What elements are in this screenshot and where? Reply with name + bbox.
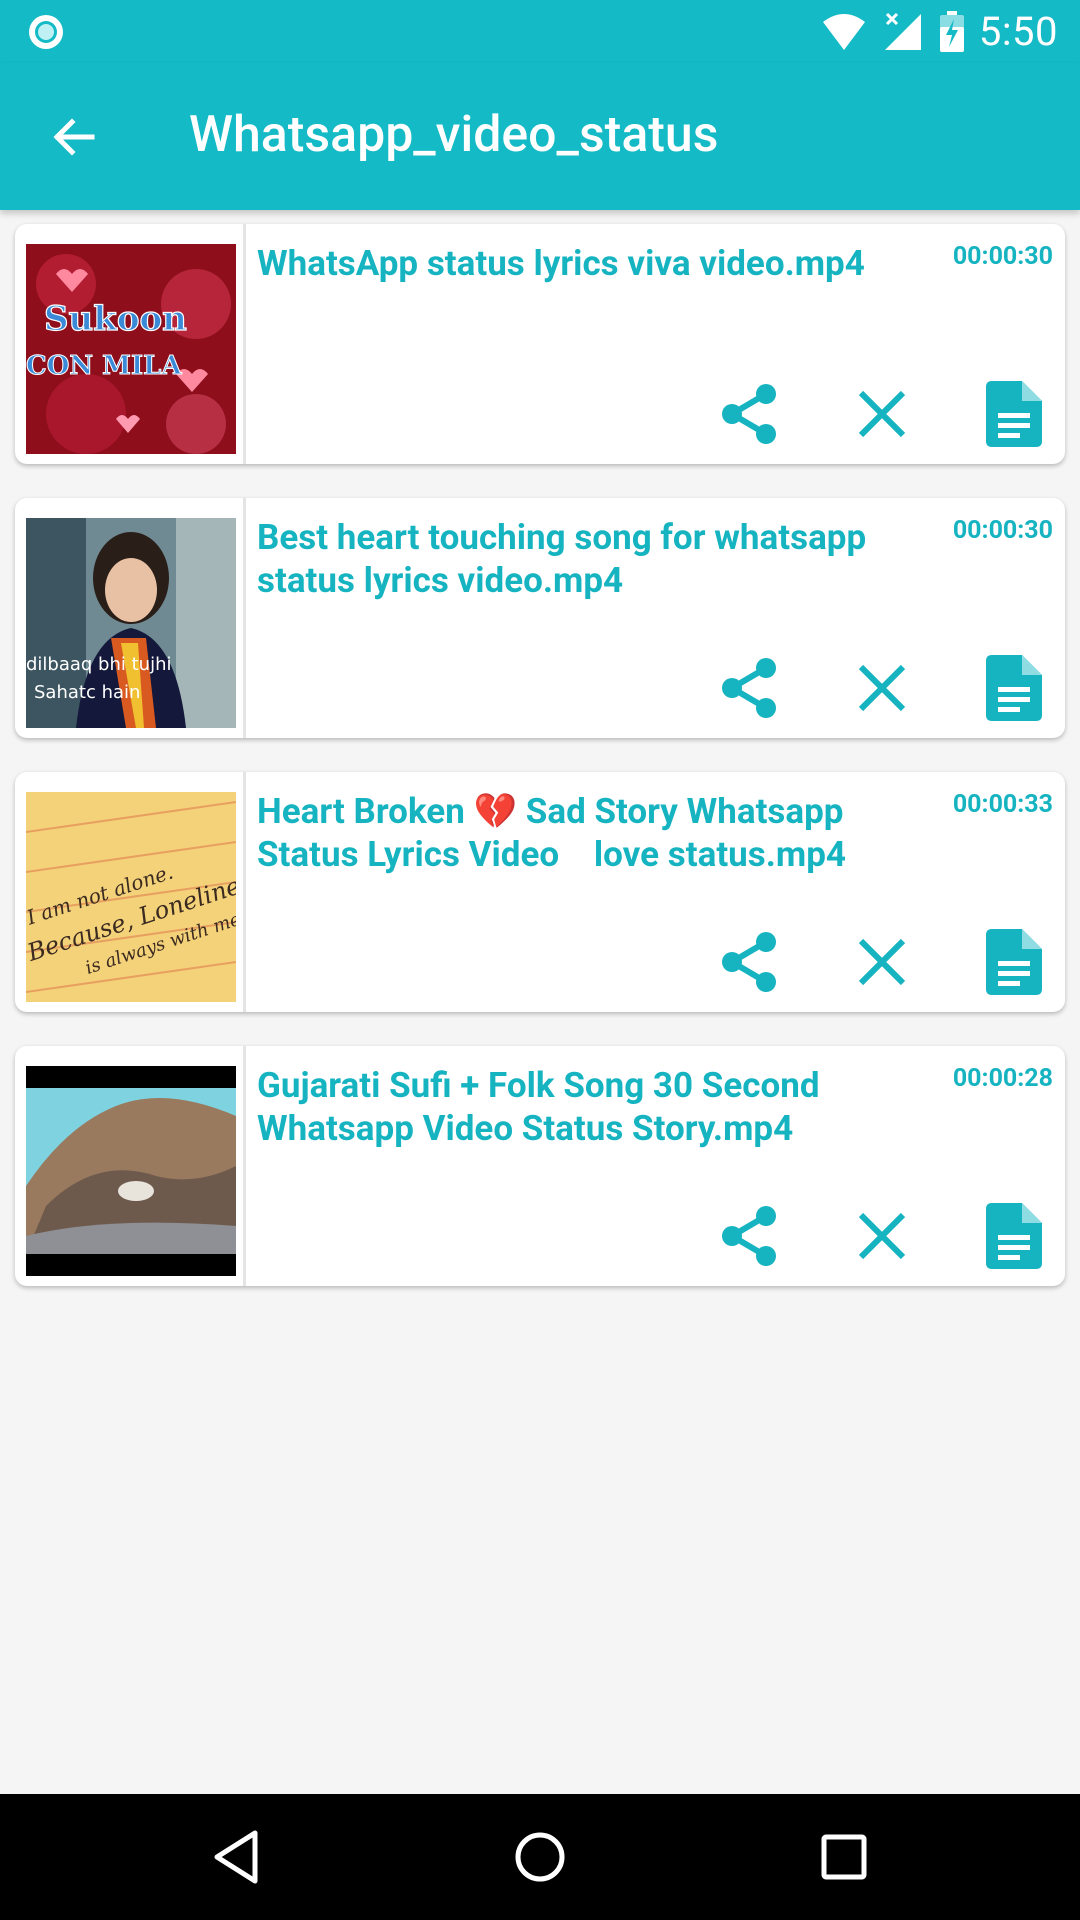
close-icon bbox=[858, 390, 906, 438]
svg-text:Sukoon: Sukoon bbox=[44, 299, 187, 339]
thumbnail-frame bbox=[15, 1046, 246, 1286]
back-button[interactable] bbox=[40, 103, 108, 171]
video-card[interactable]: I am not alone. Because, Loneliness is a… bbox=[15, 772, 1065, 1012]
app-bar: Whatsapp_video_status bbox=[0, 63, 1080, 210]
share-button[interactable] bbox=[715, 653, 785, 723]
close-icon bbox=[858, 1212, 906, 1260]
share-button[interactable] bbox=[715, 1201, 785, 1271]
document-icon bbox=[986, 655, 1042, 721]
video-thumbnail[interactable] bbox=[26, 1066, 236, 1276]
thumbnail-frame: I am not alone. Because, Loneliness is a… bbox=[15, 772, 246, 1012]
share-icon bbox=[722, 1206, 776, 1266]
delete-button[interactable] bbox=[847, 379, 917, 449]
video-title: Heart Broken 💔 Sad Story Whatsapp Status… bbox=[257, 791, 853, 875]
close-icon bbox=[858, 664, 906, 712]
delete-button[interactable] bbox=[847, 1201, 917, 1271]
nav-home-button[interactable] bbox=[502, 1819, 578, 1895]
video-title: Gujarati Sufi + Folk Song 30 Second What… bbox=[257, 1065, 820, 1149]
delete-button[interactable] bbox=[847, 653, 917, 723]
nav-back-button[interactable] bbox=[198, 1819, 274, 1895]
svg-text:CON MILA: CON MILA bbox=[26, 351, 182, 381]
details-button[interactable] bbox=[979, 379, 1049, 449]
nav-recents-button[interactable] bbox=[806, 1819, 882, 1895]
video-duration: 00:00:33 bbox=[952, 790, 1053, 819]
circle-home-icon bbox=[515, 1832, 565, 1882]
video-thumbnail[interactable]: dilbaaq bhi tujhi Sahatc hain bbox=[26, 518, 236, 728]
battery-icon bbox=[939, 10, 964, 52]
share-icon bbox=[722, 658, 776, 718]
details-button[interactable] bbox=[979, 653, 1049, 723]
document-icon bbox=[986, 1203, 1042, 1269]
video-duration: 00:00:30 bbox=[952, 242, 1053, 271]
video-title: WhatsApp status lyrics viva video.mp4 bbox=[257, 243, 865, 284]
svg-text:dilbaaq bhi tujhi: dilbaaq bhi tujhi bbox=[26, 654, 172, 675]
video-thumbnail[interactable]: I am not alone. Because, Loneliness is a… bbox=[26, 792, 236, 1002]
page-title: Whatsapp_video_status bbox=[189, 106, 719, 164]
video-card[interactable]: Gujarati Sufi + Folk Song 30 Second What… bbox=[15, 1046, 1065, 1286]
delete-button[interactable] bbox=[847, 927, 917, 997]
share-button[interactable] bbox=[715, 927, 785, 997]
video-title: Best heart touching song for whatsapp st… bbox=[257, 517, 867, 601]
share-icon bbox=[722, 384, 776, 444]
arrow-back-icon bbox=[53, 118, 95, 156]
svg-text:Sahatc hain: Sahatc hain bbox=[34, 682, 140, 703]
cell-signal-icon bbox=[884, 12, 921, 50]
status-time: 5:50 bbox=[978, 8, 1058, 55]
share-icon bbox=[722, 932, 776, 992]
system-nav-bar bbox=[0, 1794, 1080, 1920]
notification-icon bbox=[29, 15, 63, 49]
thumbnail-frame: dilbaaq bhi tujhi Sahatc hain bbox=[15, 498, 246, 738]
square-recents-icon bbox=[821, 1834, 867, 1880]
details-button[interactable] bbox=[979, 927, 1049, 997]
video-duration: 00:00:28 bbox=[952, 1064, 1053, 1093]
video-duration: 00:00:30 bbox=[952, 516, 1053, 545]
wifi-icon bbox=[822, 13, 865, 50]
status-bar: 5:50 bbox=[0, 0, 1080, 63]
thumbnail-frame: Sukoon CON MILA bbox=[15, 224, 246, 464]
close-icon bbox=[858, 938, 906, 986]
video-card[interactable]: dilbaaq bhi tujhi Sahatc hain Best heart… bbox=[15, 498, 1065, 738]
document-icon bbox=[986, 929, 1042, 995]
triangle-back-icon bbox=[214, 1830, 258, 1884]
video-thumbnail[interactable]: Sukoon CON MILA bbox=[26, 244, 236, 454]
video-card[interactable]: Sukoon CON MILA WhatsApp status lyrics v… bbox=[15, 224, 1065, 464]
share-button[interactable] bbox=[715, 379, 785, 449]
details-button[interactable] bbox=[979, 1201, 1049, 1271]
document-icon bbox=[986, 381, 1042, 447]
